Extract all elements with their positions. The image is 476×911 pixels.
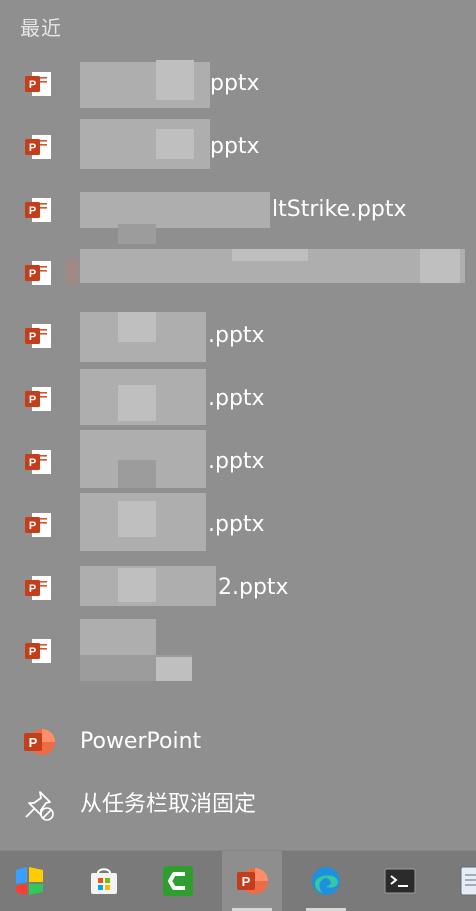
redacted-block (420, 249, 460, 283)
powerpoint-file-icon: P (25, 576, 51, 600)
taskbar-camtasia-button[interactable] (148, 851, 208, 911)
file-name: .pptx (208, 386, 265, 411)
terminal-icon (384, 868, 416, 894)
recent-file-item[interactable]: P .pptx (0, 430, 476, 493)
powerpoint-file-icon: P (25, 387, 51, 411)
unpin-label: 从任务栏取消固定 (80, 792, 257, 817)
file-name: .pptx (208, 449, 265, 474)
taskbar-app-button[interactable] (0, 851, 60, 911)
powerpoint-icon: P (24, 729, 55, 755)
powerpoint-file-icon: P (25, 450, 51, 474)
recent-file-item[interactable]: P (0, 619, 476, 682)
taskbar: P (0, 850, 476, 911)
microsoft-store-icon (91, 868, 117, 894)
notepad-icon (460, 866, 476, 896)
redacted-block (118, 568, 156, 602)
recent-file-item[interactable]: P ltStrike.pptx (0, 178, 476, 244)
recent-file-item[interactable]: P 2.pptx (0, 556, 476, 619)
file-name: .pptx (208, 512, 265, 537)
taskbar-store-button[interactable] (74, 851, 134, 911)
file-name: pptx (210, 134, 260, 159)
redacted-block (66, 259, 78, 283)
recent-file-item[interactable]: P pptx (0, 115, 476, 178)
svg-text:P: P (29, 268, 36, 280)
unpin-icon (25, 791, 54, 821)
redacted-block (118, 460, 156, 488)
redacted-block (156, 657, 192, 681)
recent-file-item[interactable]: P (0, 241, 476, 304)
file-name: 2.pptx (218, 575, 289, 600)
powerpoint-icon: P (237, 868, 268, 894)
unpin-from-taskbar-item[interactable]: 从任务栏取消固定 (0, 775, 476, 835)
taskbar-terminal-button[interactable] (370, 851, 430, 911)
powerpoint-file-icon: P (25, 639, 51, 663)
redacted-block (80, 192, 270, 228)
svg-text:P: P (29, 646, 36, 658)
redacted-block (156, 60, 194, 100)
recent-file-item[interactable]: P .pptx (0, 304, 476, 367)
recent-section-title: 最近 (20, 16, 62, 40)
taskbar-notepad-button[interactable] (444, 851, 476, 911)
file-name: ltStrike.pptx (272, 197, 407, 222)
colorful-app-icon (16, 867, 43, 895)
redacted-block (232, 249, 308, 261)
powerpoint-file-icon: P (25, 72, 51, 96)
svg-text:P: P (29, 331, 36, 343)
svg-text:P: P (29, 142, 36, 154)
edge-icon (312, 867, 340, 895)
redacted-block (156, 129, 194, 159)
svg-text:P: P (29, 583, 36, 595)
redacted-block (80, 619, 156, 655)
svg-text:P: P (29, 457, 36, 469)
recent-file-item[interactable]: P .pptx (0, 367, 476, 430)
redacted-block (118, 312, 156, 342)
svg-text:P: P (29, 520, 36, 532)
redacted-block (118, 385, 156, 421)
recent-file-item[interactable]: P .pptx (0, 493, 476, 556)
file-name: pptx (210, 71, 260, 96)
powerpoint-file-icon: P (25, 261, 51, 285)
powerpoint-file-icon: P (25, 513, 51, 537)
recent-file-item[interactable]: P pptx (0, 52, 476, 115)
camtasia-icon (163, 866, 193, 896)
powerpoint-file-icon: P (25, 324, 51, 348)
redacted-block (118, 501, 156, 537)
svg-text:P: P (29, 735, 38, 750)
taskbar-edge-button[interactable] (296, 851, 356, 911)
powerpoint-file-icon: P (25, 198, 51, 222)
taskbar-powerpoint-button[interactable]: P (222, 851, 282, 911)
recent-files-list: P pptx P pptx P ltStrike.pptx P P .pptx … (0, 52, 476, 682)
svg-text:P: P (242, 874, 251, 889)
svg-text:P: P (29, 79, 36, 91)
svg-text:P: P (29, 394, 36, 406)
open-powerpoint-item[interactable]: P PowerPoint (0, 712, 476, 772)
file-name: .pptx (208, 323, 265, 348)
svg-text:P: P (29, 205, 36, 217)
powerpoint-label: PowerPoint (80, 729, 202, 754)
powerpoint-file-icon: P (25, 135, 51, 159)
jump-list: 最近 P pptx P pptx P ltStrike.pptx P P .pp… (0, 0, 476, 850)
